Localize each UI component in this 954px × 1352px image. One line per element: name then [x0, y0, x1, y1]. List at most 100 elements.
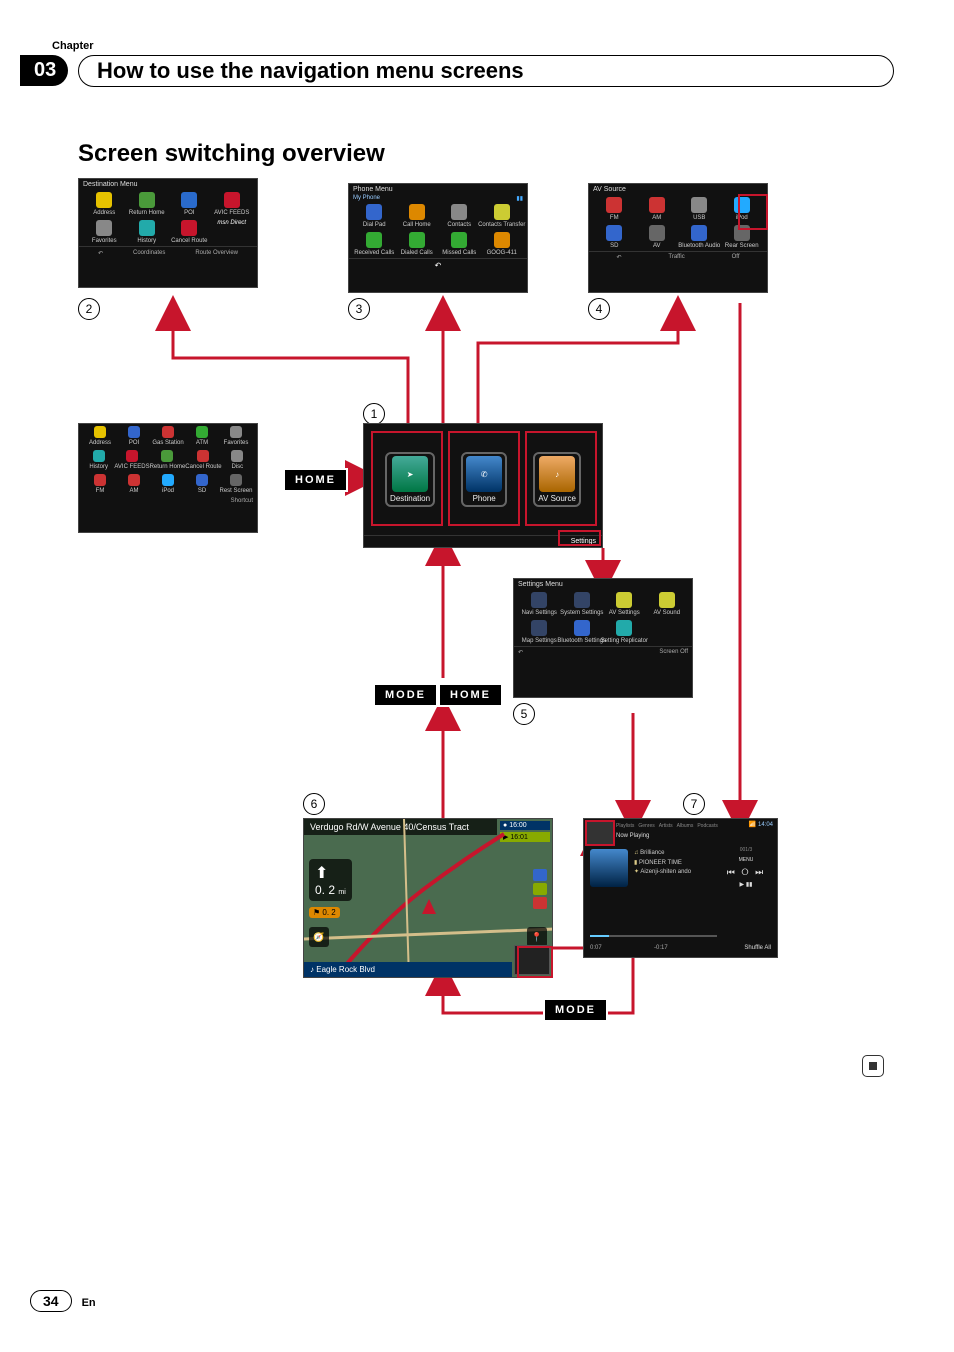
home-button-2[interactable]: HOME [438, 683, 503, 707]
home-button[interactable]: HOME [283, 468, 348, 492]
label: AM [652, 215, 661, 221]
marker-icon: 📍 [527, 927, 547, 947]
label: AV Sound [653, 610, 680, 616]
rest-icon [230, 474, 242, 486]
label: Call Home [403, 222, 431, 228]
back-icon: ↶ [435, 261, 442, 270]
label: FM [610, 215, 619, 221]
page-footer: 34 En [30, 1290, 96, 1312]
label: Dial Pad [363, 222, 386, 228]
screen-off-label: Screen Off [659, 649, 688, 656]
label: GOOG-411 [487, 250, 517, 256]
label: Setting Replicator [601, 638, 648, 644]
gas-icon [162, 426, 174, 438]
label: Address [93, 210, 115, 216]
phone-menu-screen: Phone Menu My Phone ▮▮ Dial Pad Call Hom… [348, 183, 528, 293]
back-icon: ↶ [518, 649, 523, 656]
label: Bluetooth Audio [678, 243, 720, 249]
label: Contacts [447, 222, 471, 228]
label: Disc [231, 464, 243, 470]
avic-feeds-icon [224, 192, 240, 208]
contacts-transfer-icon [494, 204, 510, 220]
tab[interactable]: Genres [638, 823, 654, 829]
label: Traffic [668, 254, 684, 261]
navi-settings-icon [531, 592, 547, 608]
favorites-icon [96, 220, 112, 236]
zoom-out-icon[interactable] [533, 883, 547, 895]
label: Received Calls [354, 250, 394, 256]
map-screen: Verdugo Rd/W Avenue 40/Census Tract ● 16… [303, 818, 553, 978]
return-home-icon [139, 192, 155, 208]
label: POI [129, 440, 139, 446]
page-number: 34 [30, 1290, 72, 1312]
tab[interactable]: Albums [677, 823, 694, 829]
replicator-icon [616, 620, 632, 636]
am-icon [128, 474, 140, 486]
destination-highlight [371, 431, 443, 526]
phone-highlight [448, 431, 520, 526]
settings-highlight [558, 530, 601, 546]
label: AV [653, 243, 661, 249]
label: History [137, 238, 156, 244]
elapsed: 0:07 [590, 945, 602, 951]
address-icon [94, 426, 106, 438]
label: USB [693, 215, 705, 221]
mode-button-2[interactable]: MODE [543, 998, 608, 1022]
dist2: ⚑ 0. 2 [309, 907, 340, 918]
album: PIONEER TIME [639, 860, 682, 866]
section-end-icon [862, 1055, 884, 1077]
label: AVIC FEEDS [214, 210, 249, 216]
chapter-number-badge: 03 [20, 55, 68, 86]
shortcut-label: Shortcut [79, 496, 257, 506]
song: Aizenji-shiten ando [640, 869, 691, 875]
remain: -0:17 [654, 945, 668, 951]
label: Rear Screen [725, 243, 759, 249]
compass-icon: 🧭 [309, 927, 329, 947]
screen-flow-diagram: Destination Menu Address Return Home POI… [78, 178, 878, 1058]
fm-icon [606, 197, 622, 213]
settings-menu-header: Settings Menu [514, 579, 692, 590]
label: Return Home [129, 210, 165, 216]
zoom-in-icon[interactable] [533, 869, 547, 881]
tab[interactable]: Podcasts [697, 823, 718, 829]
label: Gas Station [152, 440, 183, 446]
my-phone-label: My Phone [353, 195, 380, 202]
label: Missed Calls [442, 250, 476, 256]
call-home-icon [409, 204, 425, 220]
tab[interactable]: Playlists [616, 823, 634, 829]
shuffle-button[interactable]: Shuffle All [744, 945, 771, 951]
mode-button[interactable]: MODE [373, 683, 438, 707]
label: SD [610, 243, 618, 249]
cancel-route-icon [181, 220, 197, 236]
map-opt-icon[interactable] [533, 897, 547, 909]
label: Cancel Route [171, 238, 207, 244]
sd-icon [196, 474, 208, 486]
callout-7: 7 [683, 793, 705, 815]
menu-button[interactable]: MENU [721, 857, 771, 863]
label: Return Home [150, 464, 186, 470]
label: AVIC FEEDS [114, 464, 149, 470]
usb-icon [691, 197, 707, 213]
ipod-highlight [738, 194, 768, 230]
label: FM [96, 488, 105, 494]
phone-menu-header: Phone Menu [349, 184, 527, 195]
callout-3: 3 [348, 298, 370, 320]
artist: Brilliance [640, 850, 664, 856]
label: Contacts Transfer [478, 222, 525, 228]
av-settings-icon [616, 592, 632, 608]
received-calls-icon [366, 232, 382, 248]
label: AV Settings [609, 610, 640, 616]
cancel-icon [197, 450, 209, 462]
callout-4: 4 [588, 298, 610, 320]
label: iPod [162, 488, 174, 494]
stop-control[interactable]: ▶ ▮▮ [721, 881, 771, 888]
transport-controls[interactable]: ⏮ ⭘ ⏭ [721, 867, 771, 878]
label: ATM [196, 440, 208, 446]
label: Favorites [224, 440, 249, 446]
av-thumb-highlight [517, 946, 553, 978]
page-title: How to use the navigation menu screens [78, 55, 894, 87]
progress-bar[interactable] [590, 935, 609, 937]
tab[interactable]: Artists [659, 823, 673, 829]
av-sound-icon [659, 592, 675, 608]
label: Map Settings [522, 638, 557, 644]
